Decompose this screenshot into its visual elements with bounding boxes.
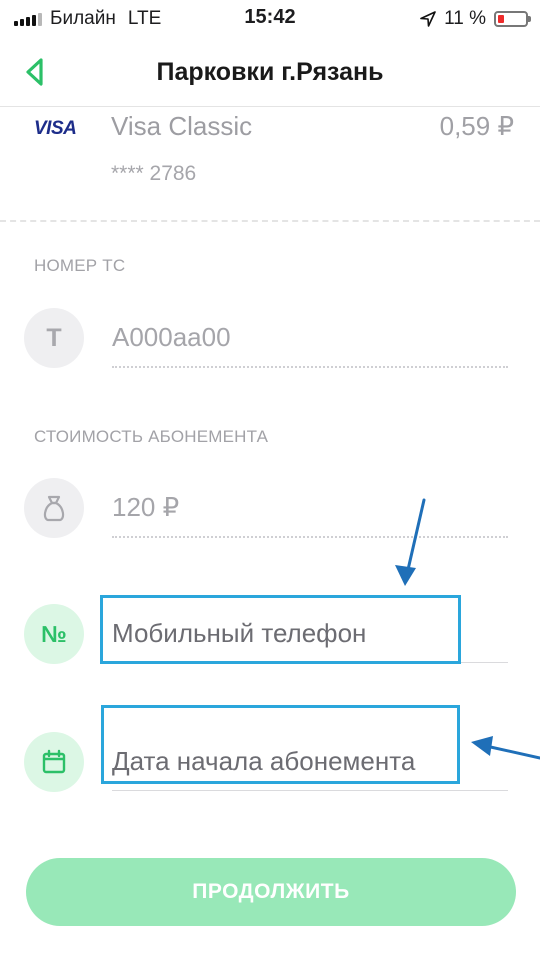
arrow-to-phone	[395, 498, 426, 586]
annotation-arrows	[395, 498, 540, 760]
arrow-to-date	[471, 736, 540, 760]
continue-button[interactable]: ПРОДОЛЖИТЬ	[26, 858, 516, 926]
